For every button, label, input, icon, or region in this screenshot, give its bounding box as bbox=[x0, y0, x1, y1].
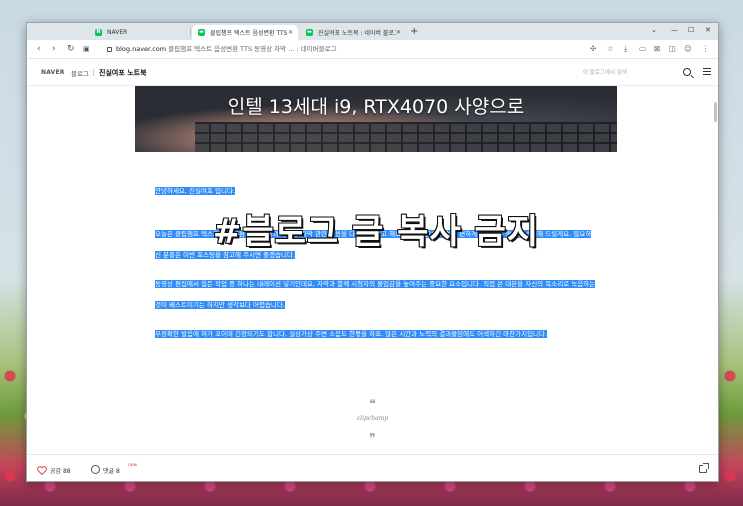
tab-strip: N NAVER ▬ 클립챔프 텍스트 음성변환 TTS ✕ ▬ 진실여포 노트북… bbox=[27, 23, 718, 40]
star-icon[interactable]: ☆ bbox=[607, 44, 614, 54]
apps-icon[interactable]: ▣ bbox=[83, 44, 90, 54]
hero-image: 인텔 13세대 i9, RTX4070 사양으로 bbox=[135, 86, 617, 152]
editing-text: 동영상 편집에서 힘든 작업 중 하나는 내레이션 넣기인데요, 자막과 함께 … bbox=[155, 280, 596, 309]
tab-search-icon[interactable]: ⌄ bbox=[651, 25, 657, 35]
quote-text: clipchamp bbox=[356, 415, 389, 422]
back-icon[interactable]: ‹ bbox=[37, 44, 41, 54]
tab-title: 진실여포 노트북 : 네이버 블로그 bbox=[318, 30, 396, 37]
close-tab-icon[interactable]: ✕ bbox=[288, 29, 293, 36]
profile-icon[interactable]: ☺ bbox=[684, 44, 692, 54]
like-count[interactable]: 공감 88 bbox=[50, 466, 71, 475]
share-icon[interactable] bbox=[699, 463, 709, 473]
lock-icon bbox=[107, 47, 112, 52]
quote-block: ❝ clipchamp ❞ bbox=[27, 398, 718, 444]
tab-title: NAVER bbox=[107, 29, 128, 36]
download-icon[interactable]: ⤓ bbox=[624, 44, 627, 54]
new-badge: new bbox=[128, 463, 138, 468]
close-window-icon[interactable]: ✕ bbox=[705, 25, 711, 35]
tab-naver[interactable]: N NAVER bbox=[89, 25, 189, 40]
browser-window: N NAVER ▬ 클립챔프 텍스트 음성변환 TTS ✕ ▬ 진실여포 노트북… bbox=[26, 22, 719, 482]
forward-icon[interactable]: › bbox=[52, 44, 56, 54]
blog-home-link[interactable]: 블로그 bbox=[71, 68, 89, 78]
search-icon[interactable] bbox=[683, 68, 691, 76]
header-divider bbox=[93, 69, 94, 76]
blog-name-link[interactable]: 진실여포 노트북 bbox=[99, 68, 147, 78]
comment-count[interactable]: 댓글 8 bbox=[103, 466, 120, 475]
blog-search-input[interactable]: 이 블로그에서 검색 bbox=[578, 66, 688, 80]
screenshot-icon[interactable]: ⊠ bbox=[654, 44, 660, 54]
new-tab-button[interactable]: + bbox=[410, 26, 418, 37]
address-bar[interactable]: blog.naver.com 클립챔프 텍스트 음성변환 TTS 동영상 자막 … bbox=[107, 43, 527, 56]
hamburger-menu-icon[interactable] bbox=[703, 68, 711, 75]
post-content: 인텔 13세대 i9, RTX4070 사양으로 안녕하세요, 진실여포 입니다… bbox=[27, 86, 718, 454]
naver-favicon-icon: N bbox=[95, 29, 102, 36]
tab-separator bbox=[190, 28, 191, 36]
minimize-icon[interactable]: — bbox=[671, 25, 678, 35]
address-path: 클립챔프 텍스트 음성변환 TTS 동영상 자막 ... : 네이버블로그 bbox=[166, 45, 337, 53]
post-footer-bar: 공감 88 댓글 8 new bbox=[27, 454, 718, 481]
close-quote-icon: ❞ bbox=[369, 431, 376, 445]
close-tab-icon[interactable]: ✕ bbox=[396, 29, 401, 36]
open-quote-icon: ❝ bbox=[369, 397, 376, 411]
tab-icon[interactable]: ▭ bbox=[639, 44, 646, 54]
blog-favicon-icon: ▬ bbox=[306, 29, 313, 36]
browser-toolbar: ‹ › ↻ ▣ blog.naver.com 클립챔프 텍스트 음성변환 TTS… bbox=[27, 40, 718, 59]
comment-icon[interactable] bbox=[91, 465, 100, 474]
more-icon[interactable]: ⋮ bbox=[702, 44, 710, 54]
paragraph-greeting: 안녕하세요, 진실여포 입니다. bbox=[155, 178, 597, 199]
blog-favicon-icon: ▬ bbox=[198, 29, 205, 36]
tab-clipchamp[interactable]: ▬ 클립챔프 텍스트 음성변환 TTS ✕ bbox=[192, 25, 298, 40]
extension-icon[interactable]: ✣ bbox=[590, 44, 596, 54]
paragraph-pronunciation: 부정확한 발음에 혀가 꼬이며 긴장되기도 합니다. 설상가상 주변 소음도 한… bbox=[155, 321, 597, 342]
maximize-icon[interactable]: ☐ bbox=[688, 25, 694, 35]
greeting-text: 안녕하세요, 진실여포 입니다. bbox=[155, 187, 236, 195]
paragraph-editing: 동영상 편집에서 힘든 작업 중 하나는 내레이션 넣기인데요, 자막과 함께 … bbox=[155, 271, 597, 313]
scrollbar-thumb[interactable] bbox=[714, 102, 717, 122]
address-host: blog.naver.com bbox=[116, 45, 167, 53]
pronunciation-text: 부정확한 발음에 혀가 꼬이며 긴장되기도 합니다. 설상가상 주변 소음도 한… bbox=[155, 330, 548, 338]
keyboard-graphic bbox=[195, 122, 617, 152]
hero-caption: 인텔 13세대 i9, RTX4070 사양으로 bbox=[227, 96, 525, 118]
copy-prohibited-watermark: #블로그 글 복사 금지 bbox=[212, 211, 540, 253]
tab-blog[interactable]: ▬ 진실여포 노트북 : 네이버 블로그 ✕ bbox=[300, 25, 406, 40]
reload-icon[interactable]: ↻ bbox=[67, 44, 75, 54]
naver-logo[interactable]: NAVER bbox=[41, 69, 65, 76]
sidebar-icon[interactable]: ◫ bbox=[669, 44, 676, 54]
blog-header: NAVER 블로그 진실여포 노트북 이 블로그에서 검색 bbox=[27, 60, 718, 86]
heart-icon[interactable] bbox=[37, 466, 47, 475]
tab-title: 클립챔프 텍스트 음성변환 TTS bbox=[210, 30, 288, 37]
